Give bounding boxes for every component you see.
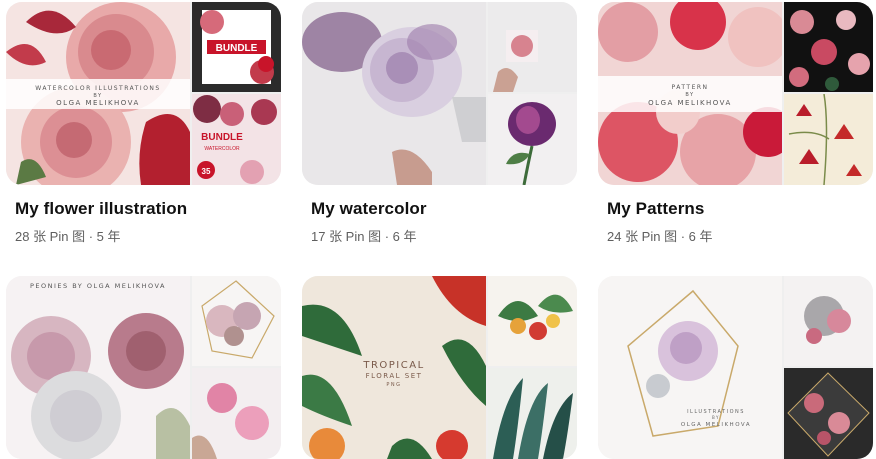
board-title[interactable]: My flower illustration	[15, 199, 281, 219]
board-cover[interactable]: WATERCOLOR ILLUSTRATIONS BY OLGA MELIKHO…	[6, 2, 281, 185]
cover-top-image	[488, 276, 577, 366]
board-card-watercolor[interactable]: My watercolor 17 张 Pin 图 · 6 年	[302, 2, 577, 245]
bottom-badge-sub: WATERCOLOR	[204, 146, 240, 152]
board-title[interactable]: My watercolor	[311, 199, 577, 219]
cover-bottom-image	[192, 368, 281, 459]
bottom-badge-text: BUNDLE	[201, 132, 243, 143]
cover-main-image: ILLUSTRATIONS BY OLGA MELIKHOVA	[598, 276, 782, 459]
cover-banner-line3: OLGA MELIKHOVA	[56, 99, 140, 107]
board-cover[interactable]: PEONIES BY OLGA MELIKHOVA	[6, 276, 281, 459]
cover-bottom-image	[784, 368, 873, 459]
board-title[interactable]: My Patterns	[607, 199, 873, 219]
cover-banner-line2: BY	[712, 415, 720, 420]
cover-top-image	[784, 2, 873, 92]
board-card-geometric[interactable]: ILLUSTRATIONS BY OLGA MELIKHOVA	[598, 276, 873, 459]
cover-banner-line1: PEONIES BY OLGA MELIKHOVA	[30, 282, 166, 290]
cover-main-image: PEONIES BY OLGA MELIKHOVA	[6, 276, 190, 459]
board-card-tropical[interactable]: TROPICAL FLORAL SET PNG	[302, 276, 577, 459]
cover-bottom-image: BUNDLE WATERCOLOR 35	[192, 94, 281, 185]
cover-banner-line3: PNG	[386, 382, 401, 388]
cover-main-image	[302, 2, 486, 185]
bottom-price-text: 35	[202, 167, 211, 176]
cover-top-image	[488, 2, 577, 92]
board-card-peonies[interactable]: PEONIES BY OLGA MELIKHOVA	[6, 276, 281, 459]
cover-bottom-image	[784, 94, 873, 185]
cover-banner-line2: FLORAL SET	[366, 372, 423, 380]
cover-bottom-image	[488, 368, 577, 459]
cover-banner-line2: BY	[685, 92, 694, 98]
board-meta: 24 张 Pin 图 · 6 年	[607, 229, 713, 244]
top-badge-text: BUNDLE	[216, 43, 258, 54]
cover-banner-line1: TROPICAL	[362, 360, 424, 371]
cover-banner-line3: OLGA MELIKHOVA	[648, 99, 732, 107]
cover-bottom-image	[488, 94, 577, 185]
cover-main-image: WATERCOLOR ILLUSTRATIONS BY OLGA MELIKHO…	[6, 2, 190, 185]
board-cover[interactable]: TROPICAL FLORAL SET PNG	[302, 276, 577, 459]
board-cover[interactable]: ILLUSTRATIONS BY OLGA MELIKHOVA	[598, 276, 873, 459]
cover-main-image: PATTERN BY OLGA MELIKHOVA	[598, 2, 782, 185]
cover-main-image: TROPICAL FLORAL SET PNG	[302, 276, 486, 459]
board-card-flower-illustration[interactable]: WATERCOLOR ILLUSTRATIONS BY OLGA MELIKHO…	[6, 2, 281, 245]
cover-banner-line1: WATERCOLOR ILLUSTRATIONS	[35, 85, 160, 92]
board-cover[interactable]	[302, 2, 577, 185]
cover-top-image: BUNDLE	[192, 2, 281, 92]
cover-banner-line3: OLGA MELIKHOVA	[681, 422, 751, 428]
board-cover[interactable]: PATTERN BY OLGA MELIKHOVA	[598, 2, 873, 185]
board-meta: 28 张 Pin 图 · 5 年	[15, 229, 121, 244]
board-meta: 17 张 Pin 图 · 6 年	[311, 229, 417, 244]
cover-banner-line1: PATTERN	[671, 84, 708, 91]
cover-top-image	[784, 276, 873, 366]
board-card-patterns[interactable]: PATTERN BY OLGA MELIKHOVA My Patterns 24…	[598, 2, 873, 245]
cover-top-image	[192, 276, 281, 366]
